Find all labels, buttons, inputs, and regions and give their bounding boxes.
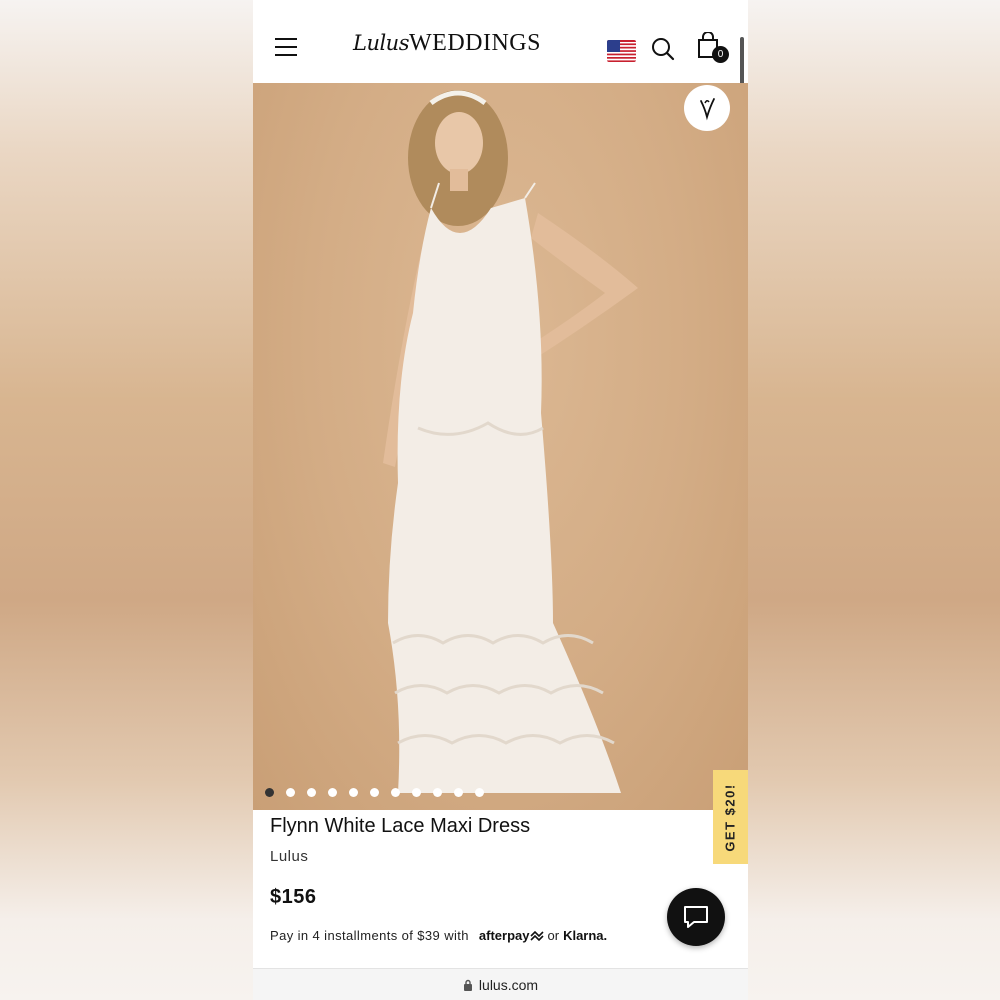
lock-icon bbox=[463, 979, 472, 991]
carousel-dot[interactable] bbox=[349, 788, 358, 797]
klarna-logo[interactable]: Klarna. bbox=[563, 928, 607, 943]
dress-illustration bbox=[383, 90, 638, 793]
promo-label: GET $20! bbox=[723, 782, 739, 852]
carousel-dot[interactable] bbox=[454, 788, 463, 797]
product-brand[interactable]: Lulus bbox=[270, 848, 308, 865]
or-text: or bbox=[547, 928, 560, 943]
background-blur-left bbox=[0, 0, 253, 1000]
wishlist-heart-icon[interactable] bbox=[684, 85, 730, 131]
product-title: Flynn White Lace Maxi Dress bbox=[270, 815, 531, 837]
carousel-dot[interactable] bbox=[370, 788, 379, 797]
product-image[interactable] bbox=[253, 83, 748, 810]
carousel-dot[interactable] bbox=[475, 788, 484, 797]
carousel-dot[interactable] bbox=[307, 788, 316, 797]
cart-count-badge: 0 bbox=[712, 46, 729, 63]
installments-info: Pay in 4 installments of $39 with afterp… bbox=[270, 928, 607, 943]
product-price: $156 bbox=[270, 886, 317, 908]
logo-script-text: Lulus bbox=[353, 31, 410, 55]
carousel-dot[interactable] bbox=[412, 788, 421, 797]
afterpay-logo[interactable]: afterpay bbox=[479, 928, 530, 943]
installments-text: Pay in 4 installments of $39 with bbox=[270, 928, 469, 943]
search-icon[interactable] bbox=[650, 36, 676, 62]
promo-tab[interactable]: GET $20! bbox=[713, 770, 748, 864]
image-carousel-dots bbox=[265, 788, 484, 797]
phone-screen: Lulus WEDDINGS 0 GET $20! Flynn White La… bbox=[253, 0, 748, 1000]
carousel-dot[interactable] bbox=[391, 788, 400, 797]
background-blur-right bbox=[748, 0, 1000, 1000]
hamburger-menu-icon[interactable] bbox=[275, 38, 299, 58]
carousel-dot[interactable] bbox=[286, 788, 295, 797]
shopping-bag-icon[interactable]: 0 bbox=[696, 31, 730, 64]
site-logo[interactable]: Lulus WEDDINGS bbox=[353, 30, 541, 64]
carousel-dot[interactable] bbox=[328, 788, 337, 797]
url-text: lulus.com bbox=[478, 976, 539, 993]
chat-icon[interactable] bbox=[667, 888, 725, 946]
us-flag-icon[interactable] bbox=[607, 40, 636, 62]
site-header: Lulus WEDDINGS 0 bbox=[253, 0, 748, 141]
afterpay-arrows-icon bbox=[529, 930, 544, 941]
carousel-dot[interactable] bbox=[433, 788, 442, 797]
carousel-dot[interactable] bbox=[265, 788, 274, 797]
browser-url-bar[interactable]: lulus.com bbox=[253, 968, 748, 1000]
logo-main-text: WEDDINGS bbox=[409, 30, 541, 56]
